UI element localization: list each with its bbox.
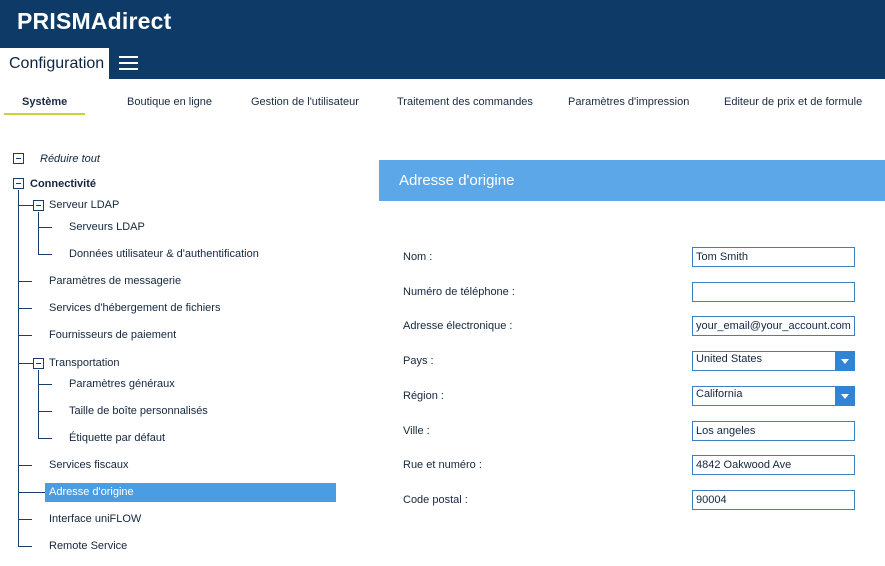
collapse-all-link[interactable]: Réduire tout: [40, 152, 100, 166]
tree-connector: [18, 546, 32, 547]
tree-item-interface-uniflow[interactable]: Interface uniFLOW: [49, 512, 141, 526]
active-tab-underline: [4, 113, 85, 115]
main-nav: Système Boutique en ligne Gestion de l'u…: [0, 79, 885, 118]
pays-selected-value: United States: [696, 353, 763, 365]
tree-item-hebergement-fichiers[interactable]: Services d'hébergement de fichiers: [49, 301, 220, 315]
chevron-down-icon[interactable]: [835, 351, 855, 371]
label-region: Région :: [403, 390, 444, 402]
tree-connector: [18, 335, 32, 336]
tree-connector: [38, 254, 52, 255]
pays-select[interactable]: United States: [692, 351, 855, 371]
nom-input[interactable]: Tom Smith: [692, 247, 855, 267]
email-input[interactable]: your_email@your_account.com: [692, 316, 855, 336]
tab-gestion-utilisateur[interactable]: Gestion de l'utilisateur: [251, 96, 359, 108]
brand-logo: PRISMAdirect: [17, 8, 172, 34]
tree-item-adresse-origine[interactable]: Adresse d'origine: [45, 483, 336, 502]
tree-item-fournisseurs-paiement[interactable]: Fournisseurs de paiement: [49, 328, 176, 342]
tree-connector: [38, 438, 52, 439]
tree-item-donnees-utilisateur[interactable]: Données utilisateur & d'authentification: [69, 247, 259, 261]
tree-item-serveurs-ldap[interactable]: Serveurs LDAP: [69, 220, 145, 234]
tree-item-transportation[interactable]: Transportation: [49, 356, 120, 370]
label-rue: Rue et numéro :: [403, 459, 482, 471]
label-ville: Ville :: [403, 425, 430, 437]
ville-input[interactable]: Los angeles: [692, 421, 855, 441]
tab-traitement-commandes[interactable]: Traitement des commandes: [397, 96, 533, 108]
hamburger-menu-icon[interactable]: [119, 56, 138, 70]
tree-connector: [18, 363, 33, 364]
tree-connector: [18, 281, 32, 282]
label-telephone: Numéro de téléphone :: [403, 286, 515, 298]
top-bar: PRISMAdirect Configuration: [0, 0, 885, 79]
label-email: Adresse électronique :: [403, 320, 513, 332]
configuration-tab[interactable]: Configuration: [0, 48, 109, 79]
label-nom: Nom :: [403, 251, 433, 263]
tree-connector: [38, 411, 52, 412]
panel-title: Adresse d'origine: [399, 172, 515, 189]
panel-header: Adresse d'origine: [379, 160, 885, 201]
tree-item-remote-service[interactable]: Remote Service: [49, 539, 127, 553]
code-postal-input[interactable]: 90004: [692, 490, 855, 510]
serveur-ldap-minus-icon[interactable]: [33, 200, 44, 211]
tree-connector: [38, 227, 52, 228]
tree-branch-line: [38, 370, 39, 438]
collapse-all-minus-icon[interactable]: [13, 153, 24, 164]
tree-trunk-line: [18, 190, 19, 547]
rue-input[interactable]: 4842 Oakwood Ave: [692, 455, 855, 475]
tree-connector: [18, 519, 32, 520]
tab-boutique[interactable]: Boutique en ligne: [127, 96, 212, 108]
tree-item-taille-boite[interactable]: Taille de boîte personnalisés: [69, 404, 208, 418]
tab-parametres-impression[interactable]: Paramètres d'impression: [568, 96, 689, 108]
chevron-down-icon[interactable]: [835, 386, 855, 406]
tree-branch-line: [38, 212, 39, 254]
region-select[interactable]: California: [692, 386, 855, 406]
tree-connector: [18, 492, 45, 493]
connectivite-minus-icon[interactable]: [13, 178, 24, 189]
tree-connector: [18, 205, 33, 206]
navigation-tree: Réduire tout Connectivité Serveur LDAP S…: [0, 118, 345, 566]
telephone-input[interactable]: [692, 282, 855, 302]
tree-item-parametres-generaux[interactable]: Paramètres généraux: [69, 377, 175, 391]
transportation-minus-icon[interactable]: [33, 358, 44, 369]
tree-item-etiquette-defaut[interactable]: Étiquette par défaut: [69, 431, 165, 445]
tree-item-label: Adresse d'origine: [49, 486, 134, 498]
tree-connector: [38, 384, 52, 385]
tree-item-serveur-ldap[interactable]: Serveur LDAP: [49, 198, 119, 212]
tab-systeme[interactable]: Système: [22, 96, 67, 108]
label-pays: Pays :: [403, 355, 434, 367]
tab-editeur-prix[interactable]: Editeur de prix et de formule: [724, 96, 862, 108]
tree-connector: [18, 308, 32, 309]
tree-item-parametres-messagerie[interactable]: Paramètres de messagerie: [49, 274, 181, 288]
label-code-postal: Code postal :: [403, 494, 468, 506]
tree-root-connectivite[interactable]: Connectivité: [30, 177, 96, 191]
tree-item-services-fiscaux[interactable]: Services fiscaux: [49, 458, 128, 472]
tree-connector: [18, 465, 32, 466]
region-selected-value: California: [696, 388, 743, 400]
